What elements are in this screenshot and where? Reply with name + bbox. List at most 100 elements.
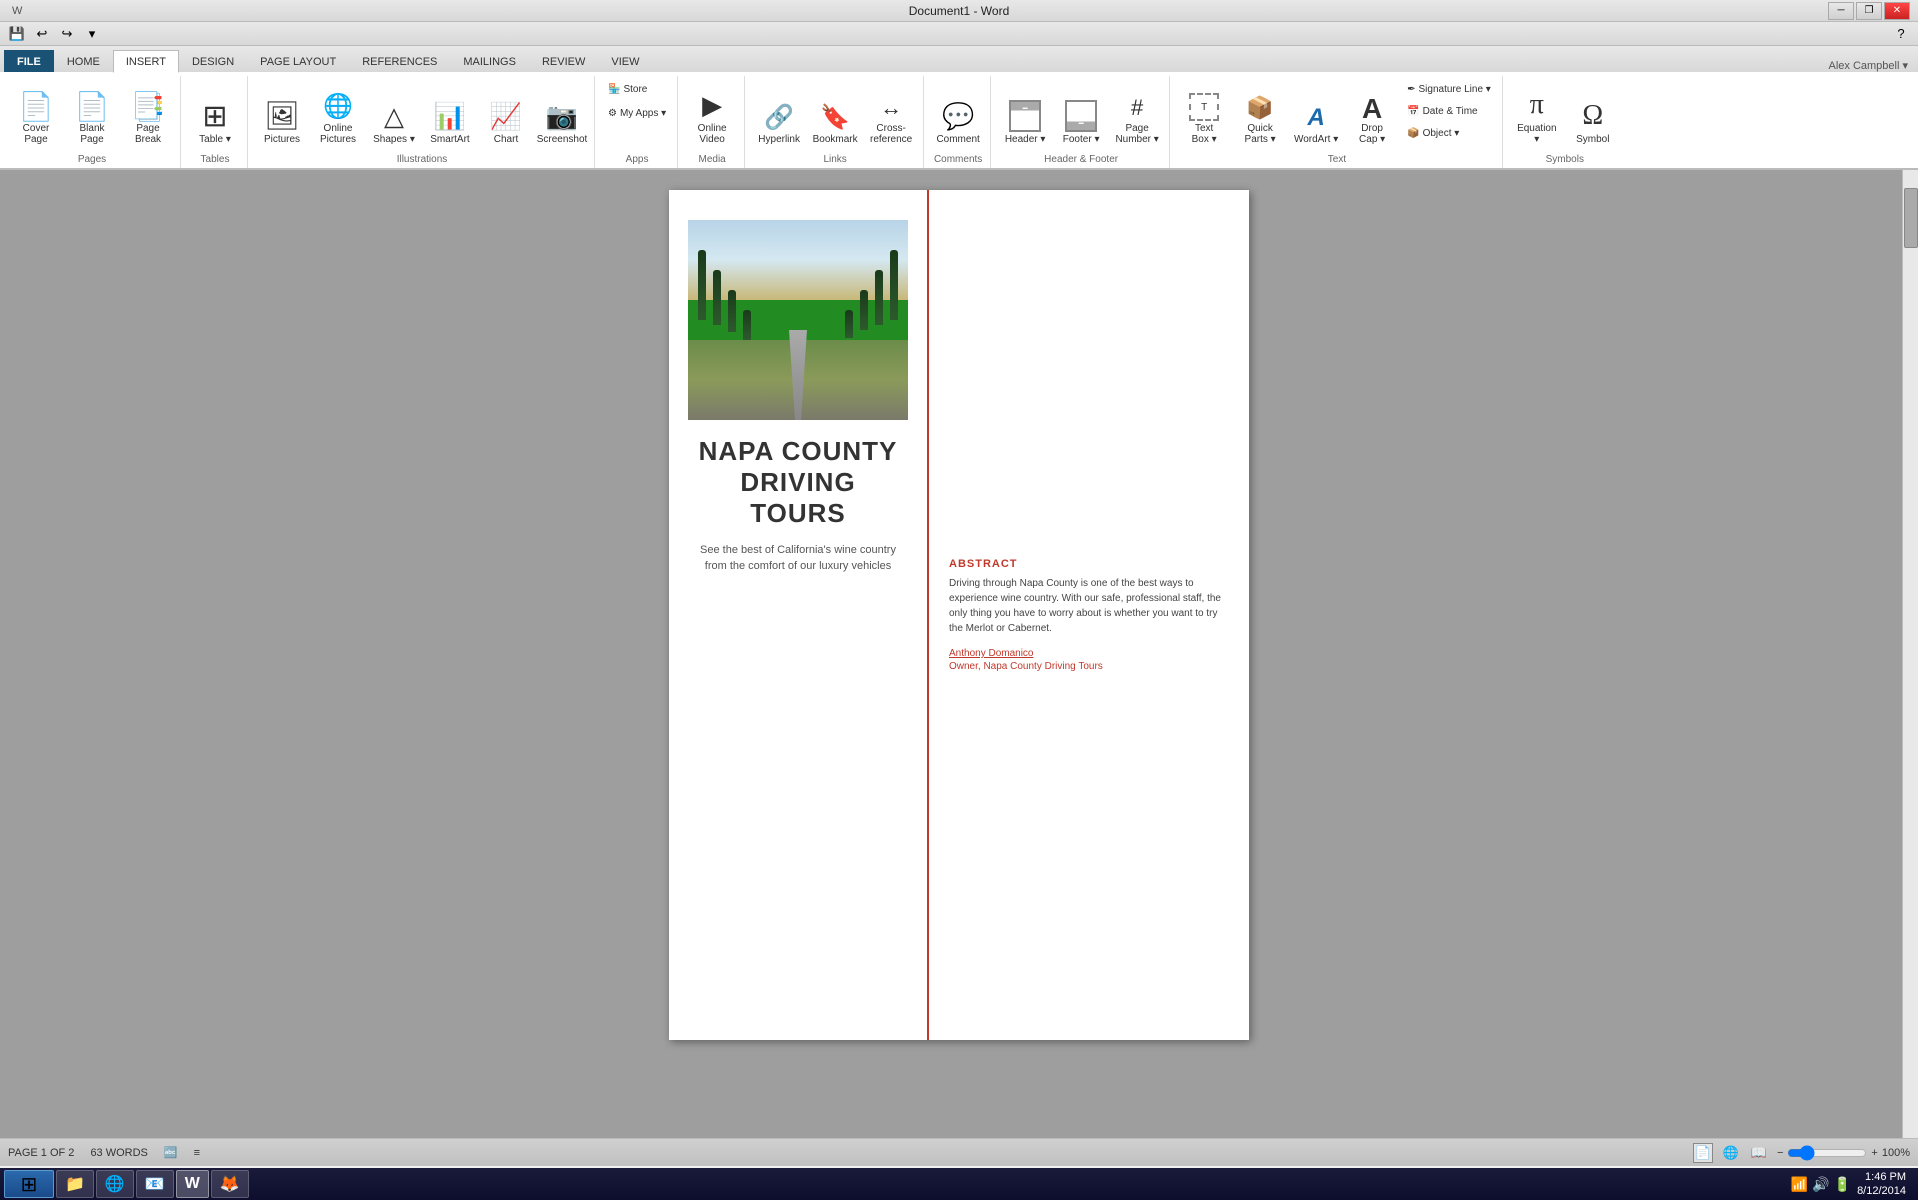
symbol-button[interactable]: Ω Symbol: [1567, 78, 1619, 148]
footer-button[interactable]: ━ Footer ▾: [1055, 78, 1107, 148]
comment-icon: 💬: [942, 101, 974, 132]
scrollbar-thumb[interactable]: [1904, 188, 1918, 248]
ribbon-group-apps: 🏪 Store ⚙ My Apps ▾ Apps: [597, 76, 678, 168]
wordart-label: WordArt ▾: [1294, 134, 1338, 145]
blank-page-button[interactable]: 📄 BlankPage: [66, 78, 118, 148]
title-line1: NAPA COUNTY: [699, 436, 898, 466]
bookmark-icon: 🔖: [820, 103, 850, 132]
customize-qat-button[interactable]: ▾: [81, 24, 103, 44]
chrome-button[interactable]: 🌐: [96, 1170, 134, 1198]
tab-page-layout[interactable]: PAGE LAYOUT: [247, 50, 349, 72]
zoom-controls: − + 100%: [1777, 1146, 1910, 1160]
apps-buttons: 🏪 Store ⚙ My Apps ▾: [603, 76, 671, 154]
bookmark-label: Bookmark: [813, 134, 858, 145]
cross-reference-label: Cross-reference: [870, 123, 912, 145]
save-qat-button[interactable]: 💾: [6, 24, 28, 44]
tab-mailings[interactable]: MAILINGS: [450, 50, 529, 72]
quick-parts-button[interactable]: 📦 QuickParts ▾: [1234, 78, 1286, 148]
signature-line-button[interactable]: ✒ Signature Line ▾: [1402, 78, 1496, 100]
ribbon-group-links: 🔗 Hyperlink 🔖 Bookmark ↔ Cross-reference…: [747, 76, 924, 168]
tab-file[interactable]: FILE: [4, 50, 54, 72]
pages-group-label: Pages: [10, 154, 174, 168]
object-button[interactable]: 📦 Object ▾: [1402, 122, 1496, 144]
scrollbar-right[interactable]: [1902, 170, 1918, 1138]
status-bar-right: 📄 🌐 📖 − + 100%: [1693, 1143, 1910, 1163]
screenshot-button[interactable]: 📷 Screenshot: [536, 78, 588, 148]
tab-home[interactable]: HOME: [54, 50, 113, 72]
wordart-icon: A: [1307, 104, 1324, 132]
redo-button[interactable]: ↪: [56, 24, 78, 44]
close-button[interactable]: ✕: [1884, 2, 1910, 20]
screenshot-label: Screenshot: [537, 134, 588, 145]
shapes-button[interactable]: △ Shapes ▾: [368, 78, 420, 148]
pages-buttons: 📄 CoverPage 📄 BlankPage 📑 PageBreak: [10, 76, 174, 154]
title-bar-app-icon: W: [8, 5, 22, 17]
tab-design[interactable]: DESIGN: [179, 50, 247, 72]
drop-cap-button[interactable]: A DropCap ▾: [1346, 78, 1398, 148]
page-right-column: ABSTRACT Driving through Napa County is …: [929, 190, 1249, 1040]
zoom-in-button[interactable]: +: [1871, 1147, 1877, 1159]
page-break-button[interactable]: 📑 PageBreak: [122, 78, 174, 148]
help-button[interactable]: ?: [1890, 24, 1912, 44]
tab-review[interactable]: REVIEW: [529, 50, 598, 72]
header-button[interactable]: ━ Header ▾: [999, 78, 1051, 148]
pictures-icon: 🖼: [264, 99, 300, 132]
web-layout-button[interactable]: 🌐: [1721, 1143, 1741, 1163]
read-mode-button[interactable]: 📖: [1749, 1143, 1769, 1163]
document-subtitle: See the best of California's wine countr…: [689, 542, 907, 575]
tab-references[interactable]: REFERENCES: [349, 50, 450, 72]
header-footer-group-label: Header & Footer: [999, 154, 1163, 168]
file-explorer-button[interactable]: 📁: [56, 1170, 94, 1198]
online-pictures-button[interactable]: 🌐 OnlinePictures: [312, 78, 364, 148]
symbol-label: Symbol: [1576, 134, 1609, 145]
ribbon-tabs: FILE HOME INSERT DESIGN PAGE LAYOUT REFE…: [0, 46, 1918, 72]
undo-button[interactable]: ↩: [31, 24, 53, 44]
page-number-button[interactable]: # PageNumber ▾: [1111, 78, 1163, 148]
document-area: NAPA COUNTY DRIVING TOURS See the best o…: [0, 170, 1918, 1138]
symbol-icon: Ω: [1582, 100, 1603, 132]
firefox-button[interactable]: 🦊: [211, 1170, 249, 1198]
tree-r4: [845, 310, 853, 338]
page-number-icon: #: [1131, 95, 1143, 121]
smartart-button[interactable]: 📊 SmartArt: [424, 78, 476, 148]
signature-line-label: Signature Line ▾: [1419, 84, 1491, 95]
print-layout-button[interactable]: 📄: [1693, 1143, 1713, 1163]
cross-reference-button[interactable]: ↔ Cross-reference: [865, 78, 917, 148]
minimize-button[interactable]: ─: [1828, 2, 1854, 20]
store-button[interactable]: 🏪 Store: [603, 78, 671, 100]
chart-icon: 📈: [490, 101, 522, 132]
abstract-section: ABSTRACT Driving through Napa County is …: [949, 558, 1229, 672]
my-apps-button[interactable]: ⚙ My Apps ▾: [603, 102, 671, 124]
text-box-button[interactable]: T TextBox ▾: [1178, 78, 1230, 148]
online-video-button[interactable]: ▶ OnlineVideo: [686, 78, 738, 148]
hyperlink-button[interactable]: 🔗 Hyperlink: [753, 78, 805, 148]
date-time-button[interactable]: 📅 Date & Time: [1402, 100, 1496, 122]
user-name: Alex Campbell ▾: [1823, 59, 1915, 72]
page-canvas: NAPA COUNTY DRIVING TOURS See the best o…: [669, 190, 1249, 1040]
smartart-label: SmartArt: [430, 134, 469, 145]
cover-page-button[interactable]: 📄 CoverPage: [10, 78, 62, 148]
online-video-icon: ▶: [702, 90, 722, 121]
outlook-button[interactable]: 📧: [136, 1170, 174, 1198]
trees-left3: [728, 290, 736, 332]
comment-button[interactable]: 💬 Comment: [932, 78, 984, 148]
chart-label: Chart: [494, 134, 518, 145]
equation-button[interactable]: π Equation ▾: [1511, 78, 1563, 148]
proofing-icon: 🔤: [164, 1146, 178, 1159]
title-line2: DRIVING TOURS: [740, 467, 855, 528]
drop-cap-label: DropCap ▾: [1359, 123, 1385, 145]
start-button[interactable]: ⊞: [4, 1170, 54, 1198]
chart-button[interactable]: 📈 Chart: [480, 78, 532, 148]
word-button[interactable]: W: [176, 1170, 209, 1198]
bookmark-button[interactable]: 🔖 Bookmark: [809, 78, 861, 148]
pictures-button[interactable]: 🖼 Pictures: [256, 78, 308, 148]
zoom-out-button[interactable]: −: [1777, 1147, 1783, 1159]
tab-insert[interactable]: INSERT: [113, 50, 179, 73]
table-button[interactable]: ⊞ Table ▾: [189, 78, 241, 148]
wordart-button[interactable]: A WordArt ▾: [1290, 78, 1342, 148]
tab-view[interactable]: VIEW: [598, 50, 652, 72]
restore-button[interactable]: ❐: [1856, 2, 1882, 20]
zoom-slider-input[interactable]: [1787, 1146, 1867, 1160]
ribbon-group-header-footer: ━ Header ▾ ━ Footer ▾ # PageNumber ▾ Hea…: [993, 76, 1170, 168]
shapes-icon: △: [384, 101, 404, 132]
